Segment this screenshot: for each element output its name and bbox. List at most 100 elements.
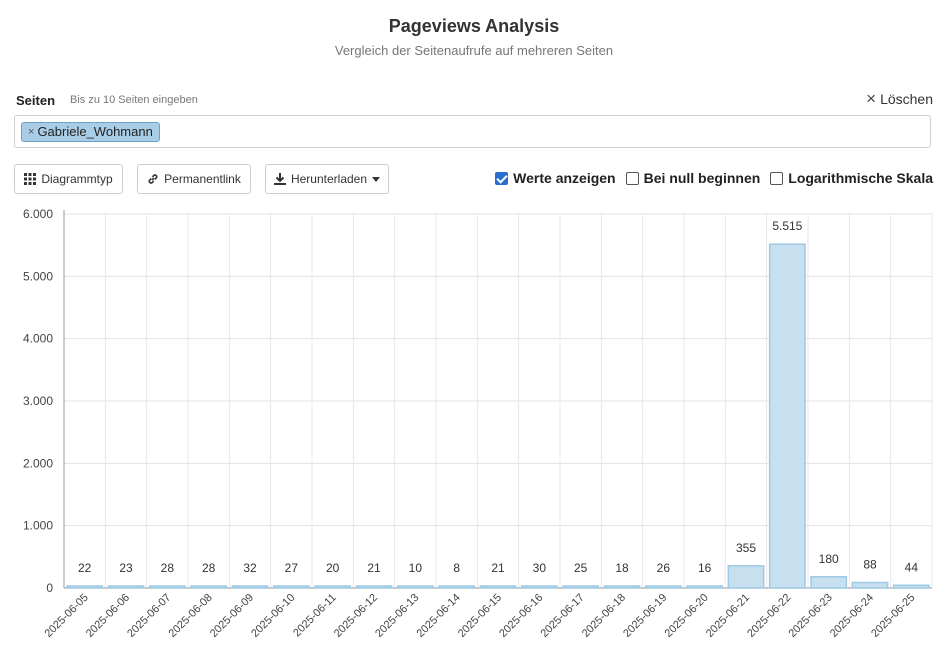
chart-type-button[interactable]: Diagrammtyp (14, 164, 123, 194)
x-tick-label: 2025-06-17 (539, 592, 587, 640)
page-tag: × Gabriele_Wohmann (21, 122, 160, 142)
permalink-button[interactable]: Permanentlink (137, 164, 251, 194)
value-label: 25 (574, 561, 588, 575)
show-values-checkbox[interactable]: Werte anzeigen (495, 170, 616, 186)
caret-down-icon (372, 176, 381, 182)
value-label: 28 (161, 561, 175, 575)
bar[interactable] (355, 585, 393, 589)
remove-tag-icon[interactable]: × (28, 123, 34, 141)
value-label: 16 (698, 561, 712, 575)
value-label: 22 (78, 561, 92, 575)
bar[interactable] (231, 585, 269, 589)
y-tick-label: 2.000 (23, 456, 53, 470)
download-icon (273, 173, 286, 185)
pages-input[interactable]: × Gabriele_Wohmann (14, 115, 931, 148)
x-tick-label: 2025-06-20 (663, 592, 711, 640)
download-label: Herunterladen (290, 172, 368, 186)
bar[interactable] (107, 585, 145, 589)
bar[interactable] (686, 585, 724, 589)
show-values-label: Werte anzeigen (513, 170, 616, 186)
page-subtitle: Vergleich der Seitenaufrufe auf mehreren… (334, 43, 614, 58)
y-tick-label: 0 (46, 581, 53, 595)
checkbox-unchecked-icon[interactable] (625, 171, 639, 185)
begin-at-zero-label: Bei null beginnen (643, 170, 761, 186)
bar[interactable] (438, 585, 476, 589)
log-scale-checkbox[interactable]: Logarithmische Skala (770, 170, 933, 186)
pages-label: Seiten (16, 93, 56, 108)
chart-options: Werte anzeigen Bei null beginnen Logarit… (495, 170, 933, 186)
x-tick-label: 2025-06-12 (332, 592, 380, 640)
bar[interactable] (190, 585, 228, 589)
begin-at-zero-checkbox[interactable]: Bei null beginnen (625, 170, 761, 186)
y-tick-label: 1.000 (23, 519, 53, 533)
bar[interactable] (148, 585, 186, 589)
value-label: 20 (326, 561, 340, 575)
bar[interactable] (272, 585, 310, 589)
x-tick-label: 2025-06-09 (208, 592, 256, 640)
x-tick-label: 2025-06-10 (249, 592, 297, 640)
y-tick-label: 3.000 (23, 394, 53, 408)
value-label: 8 (453, 561, 460, 575)
value-label: 5.515 (772, 219, 802, 233)
value-label: 180 (819, 552, 839, 566)
bar[interactable] (562, 585, 600, 589)
x-tick-label: 2025-06-21 (704, 592, 752, 640)
bar[interactable] (727, 565, 765, 589)
value-label: 44 (905, 560, 919, 574)
bar[interactable] (520, 585, 558, 589)
y-tick-label: 5.000 (23, 269, 53, 283)
y-tick-label: 6.000 (23, 207, 53, 221)
x-tick-label: 2025-06-08 (167, 592, 215, 640)
pages-hint: Bis zu 10 Seiten eingeben (70, 94, 198, 106)
x-tick-label: 2025-06-22 (745, 592, 793, 640)
x-tick-label: 2025-06-14 (415, 592, 463, 640)
value-label: 88 (863, 558, 877, 572)
value-label: 26 (657, 561, 671, 575)
x-tick-label: 2025-06-19 (621, 592, 669, 640)
x-tick-label: 2025-06-25 (869, 592, 917, 640)
x-tick-label: 2025-06-07 (125, 592, 173, 640)
bar[interactable] (314, 585, 352, 589)
value-label: 355 (736, 541, 756, 555)
x-tick-label: 2025-06-24 (828, 592, 876, 640)
permalink-label: Permanentlink (164, 172, 241, 186)
checkbox-unchecked-icon[interactable] (770, 171, 784, 185)
pageviews-bar-chart: 0 1.000 2.000 3.000 4.000 5.000 6.000 22 2025-06… (23, 207, 933, 640)
x-tick-label: 2025-06-23 (787, 592, 835, 640)
x-tick-label: 2025-06-18 (580, 592, 628, 640)
bar[interactable] (603, 585, 641, 589)
value-label: 32 (243, 561, 257, 575)
bar[interactable] (644, 585, 682, 589)
x-tick-label: 2025-06-16 (497, 592, 545, 640)
bar[interactable] (479, 585, 517, 589)
y-tick-label: 4.000 (23, 332, 53, 346)
bar[interactable] (66, 585, 104, 589)
value-label: 21 (367, 561, 381, 575)
x-tick-label: 2025-06-13 (373, 592, 421, 640)
close-icon: × (866, 89, 877, 108)
value-label: 27 (285, 561, 299, 575)
value-label: 28 (202, 561, 216, 575)
bar[interactable] (892, 584, 930, 589)
x-tick-label: 2025-06-05 (43, 592, 91, 640)
page-title: Pageviews Analysis (388, 16, 560, 36)
x-tick-label: 2025-06-06 (84, 592, 132, 640)
value-label: 21 (491, 561, 505, 575)
clear-label: Löschen (880, 91, 933, 107)
page-tag-label: Gabriele_Wohmann (37, 124, 153, 139)
x-tick-label: 2025-06-15 (456, 592, 504, 640)
chart-type-label: Diagrammtyp (41, 172, 113, 186)
bar[interactable] (396, 585, 434, 589)
bar[interactable] (768, 243, 806, 589)
checkbox-checked-icon[interactable] (495, 171, 509, 185)
grid-icon (24, 173, 37, 185)
clear-button[interactable]: × Löschen (866, 89, 933, 108)
value-label: 30 (533, 561, 547, 575)
value-label: 23 (119, 561, 133, 575)
link-icon (148, 174, 158, 184)
log-scale-label: Logarithmische Skala (788, 170, 933, 186)
value-label: 10 (409, 561, 423, 575)
download-button[interactable]: Herunterladen (265, 164, 389, 194)
bar[interactable] (810, 576, 848, 589)
bar[interactable] (851, 581, 889, 589)
